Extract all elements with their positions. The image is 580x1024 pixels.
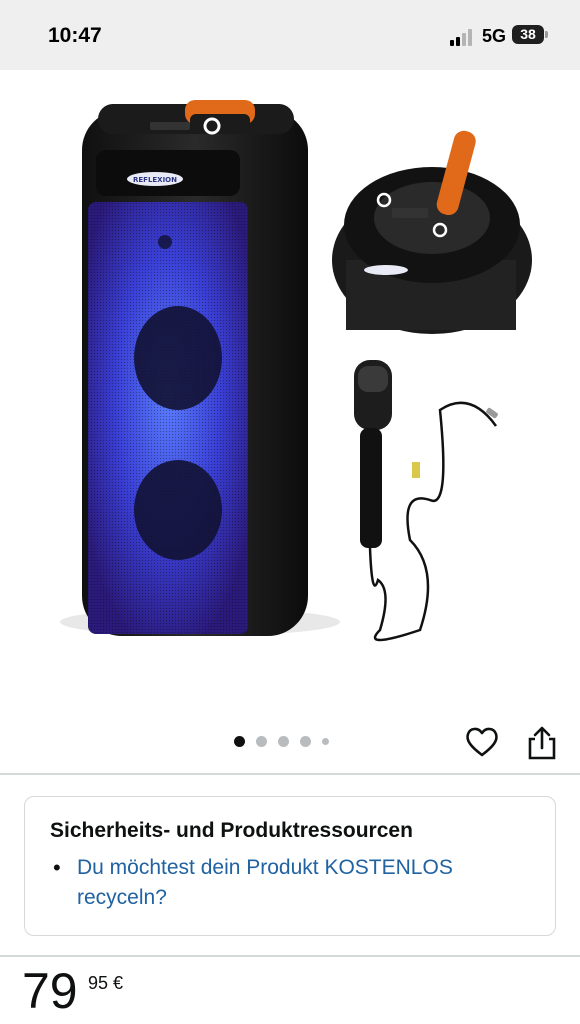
share-icon[interactable] (524, 724, 560, 762)
divider (0, 955, 580, 957)
cellular-signal-icon (450, 28, 476, 46)
brand-logo: REFLEXION (133, 176, 177, 184)
image-pagination[interactable] (234, 735, 329, 747)
battery-level: 38 (520, 26, 536, 42)
product-image-gallery[interactable]: REFLEXION (0, 70, 580, 770)
page-dot-2[interactable] (256, 735, 267, 747)
network-type: 5G (482, 26, 507, 46)
bullet-icon: • (53, 855, 61, 880)
status-time: 10:47 (48, 24, 102, 47)
card-title: Sicherheits- und Produktressourcen (50, 819, 413, 842)
page-dot-4[interactable] (300, 735, 311, 747)
price-whole: 79 (22, 963, 78, 1019)
divider (0, 773, 580, 775)
price-fraction: 95 € (88, 973, 124, 993)
safety-resources-card: Sicherheits- und Produktressourcen • Du … (24, 796, 556, 936)
status-bar: 10:47 5G 38 (0, 0, 580, 70)
product-image: REFLEXION (60, 100, 532, 642)
heart-icon[interactable] (464, 724, 500, 760)
battery-icon: 38 (512, 25, 548, 44)
recycle-link[interactable]: Du möchtest dein Produkt KOSTENLOS recyc… (77, 853, 527, 913)
page-dot-5[interactable] (322, 737, 329, 745)
page-dot-3[interactable] (278, 735, 289, 747)
page-dot-1[interactable] (234, 735, 245, 747)
